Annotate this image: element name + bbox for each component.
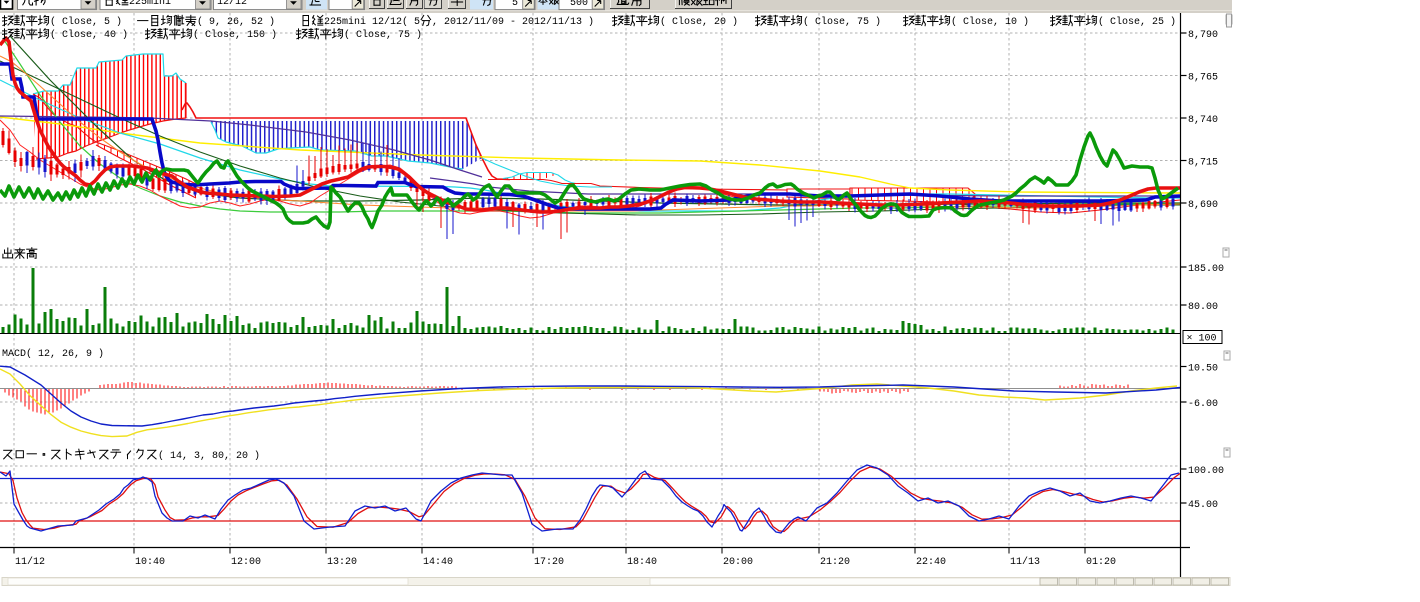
svg-text:( Close, 5 ): ( Close, 5 )	[50, 16, 122, 28]
svg-text:8,790: 8,790	[1188, 30, 1218, 41]
svg-text:10.50: 10.50	[1188, 363, 1218, 374]
svg-text:( Close, 25 ): ( Close, 25 )	[1098, 16, 1176, 28]
svg-text:13:20: 13:20	[327, 557, 357, 568]
svg-text:8,740: 8,740	[1188, 115, 1218, 126]
svg-text:( Close, 20 ): ( Close, 20 )	[660, 16, 738, 28]
svg-text:21:20: 21:20	[820, 557, 850, 568]
svg-text:( Close, 40 ): ( Close, 40 )	[50, 29, 128, 41]
svg-text:( 14, 3, 80, 20 ): ( 14, 3, 80, 20 )	[158, 450, 260, 462]
svg-text:01:20: 01:20	[1086, 557, 1116, 568]
svg-text:( Close, 10 ): ( Close, 10 )	[951, 16, 1029, 28]
svg-text:( Close, 75 ): ( Close, 75 )	[344, 29, 422, 41]
svg-text:11/12: 11/12	[15, 556, 45, 568]
svg-text:× 100: × 100	[1187, 334, 1217, 345]
svg-text:22:40: 22:40	[916, 557, 946, 568]
svg-text:100.00: 100.00	[1188, 466, 1224, 477]
svg-text:11/13: 11/13	[1010, 556, 1040, 568]
svg-text:45.00: 45.00	[1188, 500, 1218, 511]
svg-text:17:20: 17:20	[534, 557, 564, 568]
svg-text:185.00: 185.00	[1188, 264, 1224, 275]
svg-text:( Close, 75 ): ( Close, 75 )	[803, 16, 881, 28]
svg-text:MACD( 12, 26, 9 ): MACD( 12, 26, 9 )	[2, 348, 104, 360]
svg-text:225mini 12/12( 5: 225mini 12/12( 5	[324, 16, 420, 28]
svg-text:-6.00: -6.00	[1188, 399, 1218, 410]
svg-text:( 9, 26, 52 ): ( 9, 26, 52 )	[197, 16, 275, 28]
svg-text:18:40: 18:40	[627, 557, 657, 568]
svg-text:, 2012/11/09 - 2012/11/13 ): , 2012/11/09 - 2012/11/13 )	[432, 16, 594, 28]
svg-text:80.00: 80.00	[1188, 302, 1218, 313]
svg-text:12:00: 12:00	[231, 557, 261, 568]
svg-text:5: 5	[512, 0, 518, 9]
svg-text:8,715: 8,715	[1188, 157, 1218, 168]
svg-text:225mini: 225mini	[129, 0, 171, 8]
svg-text:8,765: 8,765	[1188, 72, 1218, 83]
svg-text:( Close, 150 ): ( Close, 150 )	[193, 29, 277, 41]
svg-text:500: 500	[570, 0, 588, 9]
svg-text:8,690: 8,690	[1188, 200, 1218, 211]
svg-text:20:00: 20:00	[723, 557, 753, 568]
svg-text:10:40: 10:40	[135, 557, 165, 568]
svg-text:12/12: 12/12	[217, 0, 247, 8]
svg-text:14:40: 14:40	[423, 557, 453, 568]
